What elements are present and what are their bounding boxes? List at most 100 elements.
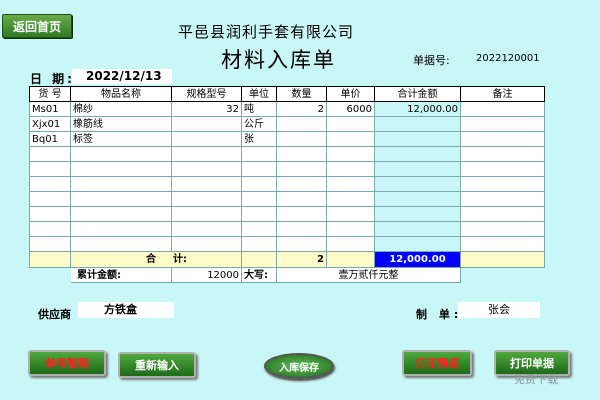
table-cell[interactable] (241, 161, 277, 177)
table-cell[interactable] (241, 176, 277, 192)
total-label: 累计金额: (70, 267, 172, 283)
table-cell[interactable] (460, 161, 545, 177)
table-cell[interactable]: 吨 (241, 101, 277, 117)
table-cell[interactable] (70, 221, 172, 237)
table-cell[interactable]: 32 (171, 101, 242, 117)
table-cell[interactable] (171, 221, 242, 237)
doc-number-value: 2022120001 (476, 53, 540, 64)
table-cell[interactable] (241, 191, 277, 207)
table-cell[interactable] (29, 146, 71, 162)
table-cell[interactable] (241, 146, 277, 162)
table-cell[interactable] (374, 146, 461, 162)
doc-manage-label: 单号管理 (45, 357, 89, 370)
table-cell[interactable] (171, 146, 242, 162)
table-cell[interactable] (276, 176, 327, 192)
table-cell[interactable] (326, 116, 375, 132)
table-cell[interactable] (70, 161, 172, 177)
table-cell[interactable] (241, 206, 277, 222)
table-cell[interactable] (276, 131, 327, 147)
table-cell[interactable] (460, 176, 545, 192)
re-input-button[interactable]: 重新输入 (118, 352, 196, 378)
save-button[interactable]: 入库保存 (264, 353, 334, 379)
table-cell[interactable]: 12,000.00 (374, 101, 461, 117)
table-cell[interactable] (374, 161, 461, 177)
table-cell[interactable] (374, 116, 461, 132)
date-field[interactable]: 2022/12/13 (72, 69, 172, 84)
back-home-button[interactable]: 返回首页 (2, 14, 72, 38)
table-cell[interactable] (460, 221, 545, 237)
table-cell[interactable]: 张 (241, 131, 277, 147)
table-cell[interactable] (29, 176, 71, 192)
table-cell[interactable] (70, 146, 172, 162)
table-cell[interactable] (171, 116, 242, 132)
table-cell[interactable] (374, 221, 461, 237)
table-cell[interactable] (29, 161, 71, 177)
table-row (29, 206, 545, 222)
table-cell[interactable] (171, 131, 242, 147)
table-cell[interactable]: Xjx01 (29, 116, 71, 132)
table-cell[interactable] (460, 146, 545, 162)
date-label: 日 期: (30, 72, 75, 86)
supplier-field[interactable]: 方铁盒 (78, 302, 174, 318)
table-cell[interactable]: 2 (276, 101, 327, 117)
col-header-amount: 合计金额 (374, 86, 461, 102)
table-cell[interactable] (171, 176, 242, 192)
table-cell[interactable] (29, 236, 71, 252)
table-cell[interactable]: Ms01 (29, 101, 71, 117)
table-cell[interactable] (374, 176, 461, 192)
table-cell[interactable] (326, 206, 375, 222)
table-cell[interactable] (29, 221, 71, 237)
table-cell[interactable] (326, 236, 375, 252)
table-row: Bq01 标签 张 (29, 131, 545, 147)
table-cell[interactable]: Bq01 (29, 131, 71, 147)
table-cell[interactable] (171, 206, 242, 222)
col-header-qty: 数量 (276, 86, 327, 102)
table-cell[interactable] (374, 191, 461, 207)
table-cell[interactable] (460, 101, 545, 117)
table-cell[interactable] (29, 191, 71, 207)
supplier-label: 供应商 (38, 308, 71, 321)
table-cell[interactable] (374, 131, 461, 147)
table-cell[interactable] (374, 236, 461, 252)
watermark-text: 免费下载 (514, 373, 558, 386)
table-cell[interactable] (276, 221, 327, 237)
table-cell[interactable] (171, 191, 242, 207)
table-cell[interactable]: 棉纱 (70, 101, 172, 117)
table-cell[interactable] (276, 146, 327, 162)
table-cell[interactable]: 橡筋线 (70, 116, 172, 132)
table-cell[interactable] (374, 206, 461, 222)
table-cell[interactable] (326, 146, 375, 162)
maker-field[interactable]: 张会 (458, 302, 540, 318)
table-cell[interactable] (276, 116, 327, 132)
table-cell[interactable] (171, 161, 242, 177)
table-cell[interactable]: 标签 (70, 131, 172, 147)
table-cell[interactable] (241, 236, 277, 252)
table-cell[interactable] (460, 236, 545, 252)
table-cell[interactable] (276, 191, 327, 207)
print-doc-label: 打印单据 (510, 357, 554, 370)
table-cell[interactable] (241, 221, 277, 237)
table-cell[interactable] (70, 191, 172, 207)
print-preview-button[interactable]: 打印预览 (402, 350, 472, 376)
table-cell[interactable]: 公斤 (241, 116, 277, 132)
table-cell[interactable] (70, 206, 172, 222)
table-cell[interactable] (70, 236, 172, 252)
table-cell[interactable] (460, 191, 545, 207)
table-cell[interactable] (460, 206, 545, 222)
table-cell[interactable] (326, 191, 375, 207)
table-cell[interactable] (276, 206, 327, 222)
table-cell[interactable] (171, 236, 242, 252)
table-cell[interactable] (326, 221, 375, 237)
table-cell[interactable] (276, 236, 327, 252)
table-cell[interactable] (326, 161, 375, 177)
table-cell[interactable] (326, 131, 375, 147)
table-cell[interactable] (460, 131, 545, 147)
table-row: Xjx01 橡筋线 公斤 (29, 116, 545, 132)
table-cell[interactable] (29, 206, 71, 222)
table-cell[interactable]: 6000 (326, 101, 375, 117)
doc-manage-button[interactable]: 单号管理 (28, 350, 106, 376)
table-cell[interactable] (70, 176, 172, 192)
table-cell[interactable] (276, 161, 327, 177)
table-cell[interactable] (326, 176, 375, 192)
table-cell[interactable] (460, 116, 545, 132)
